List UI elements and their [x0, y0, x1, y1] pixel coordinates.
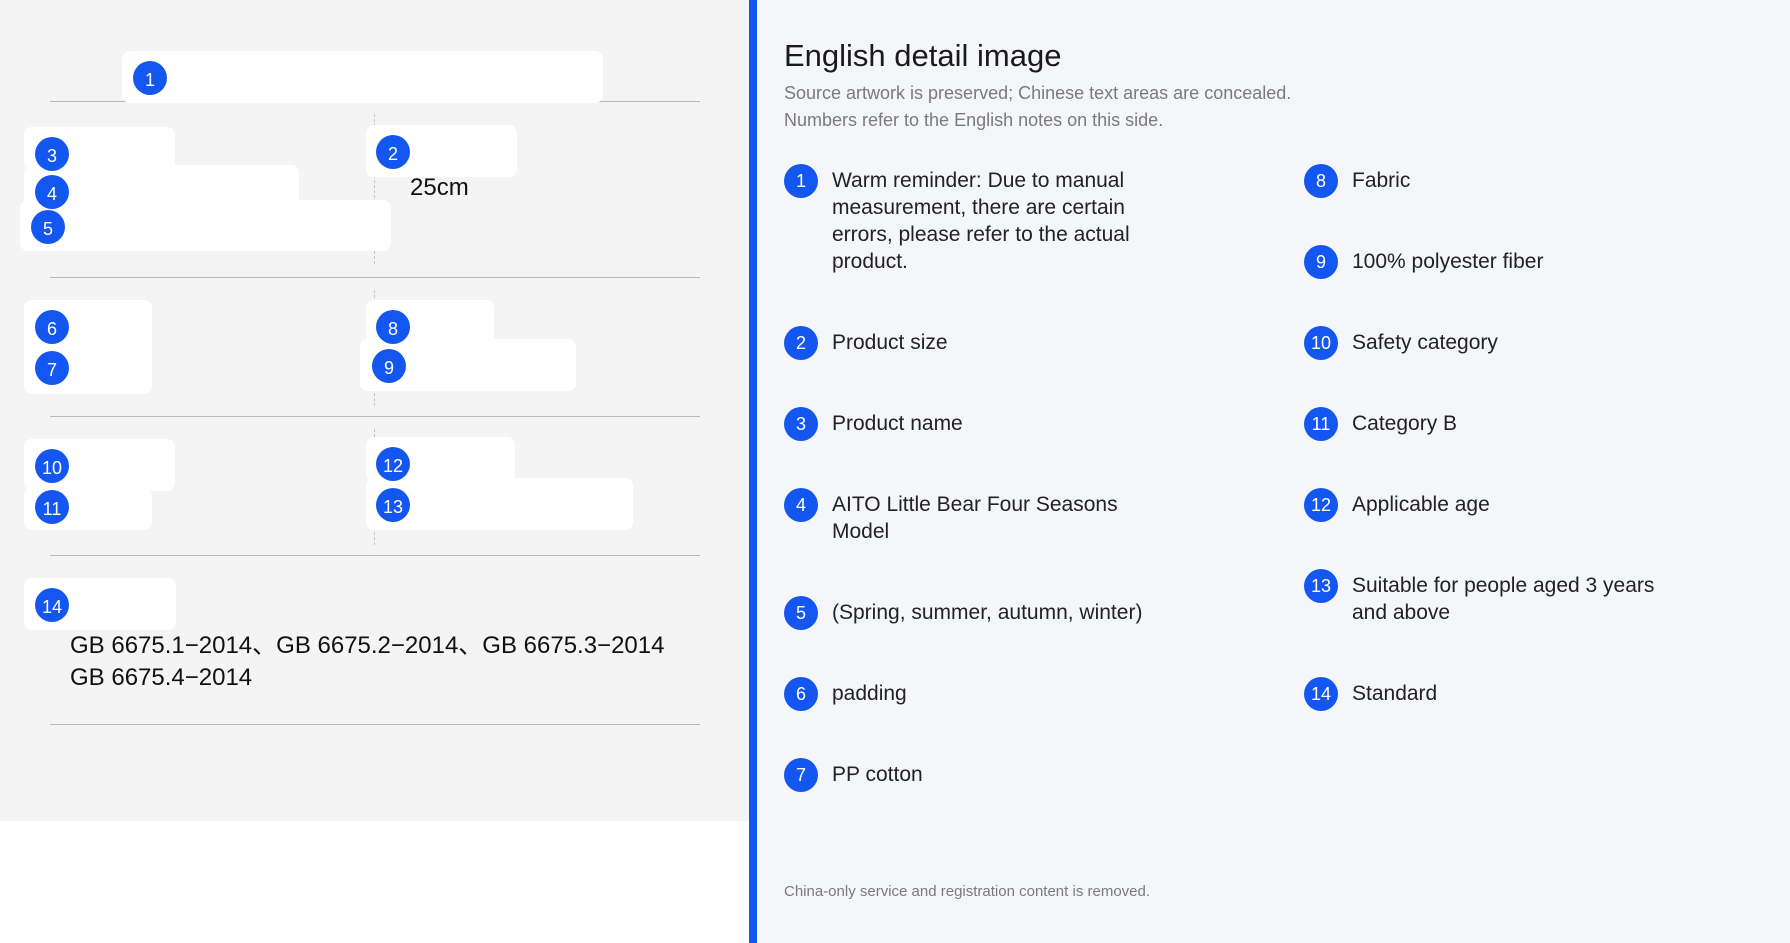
marker-4: 4 — [35, 175, 69, 209]
note-text: PP cotton — [832, 763, 923, 786]
note-number: 12 — [1304, 488, 1338, 522]
marker-5: 5 — [31, 210, 65, 244]
panel-title: English detail image — [784, 38, 1062, 73]
standard-line: GB 6675.4−2014 — [70, 664, 253, 691]
note-number: 3 — [784, 407, 818, 441]
marker-10: 10 — [35, 449, 69, 483]
divider-line — [50, 277, 700, 278]
note-number: 2 — [784, 326, 818, 360]
note-item-7: 7 PP cotton — [784, 758, 1184, 792]
note-item-4: 4 AITO Little Bear Four Seasons Model — [784, 488, 1164, 545]
note-number: 14 — [1304, 677, 1338, 711]
accent-divider — [749, 0, 757, 943]
marker-6: 6 — [35, 310, 69, 344]
note-text: 100% polyester fiber — [1352, 250, 1544, 273]
divider-line — [50, 555, 700, 556]
note-item-11: 11 Category B — [1304, 407, 1704, 441]
panel-subtitle: Numbers refer to the English notes on th… — [784, 110, 1164, 130]
english-notes-panel: English detail image Source artwork is p… — [757, 0, 1790, 943]
note-text: Product name — [832, 412, 963, 435]
note-item-2: 2 Product size — [784, 326, 1184, 360]
note-text: Standard — [1352, 682, 1438, 705]
note-text: Applicable age — [1352, 493, 1490, 516]
divider-line — [50, 724, 700, 725]
standard-line: GB 6675.1−2014、GB 6675.2−2014、GB 6675.3−… — [70, 632, 665, 659]
note-number: 1 — [784, 164, 818, 198]
note-item-5: 5 (Spring, summer, autumn, winter) — [784, 596, 1204, 630]
note-text: Product size — [832, 331, 948, 354]
note-text: AITO Little Bear Four Seasons Model — [832, 493, 1118, 543]
note-number: 11 — [1304, 407, 1338, 441]
panel-footer: China-only service and registration cont… — [784, 883, 1151, 900]
note-number: 9 — [1304, 245, 1338, 279]
concealed-area — [20, 200, 391, 251]
marker-13: 13 — [376, 488, 410, 522]
note-item-10: 10 Safety category — [1304, 326, 1704, 360]
product-size-value: 25cm — [410, 174, 469, 201]
note-text: Fabric — [1352, 169, 1411, 192]
marker-12: 12 — [376, 447, 410, 481]
note-item-12: 12 Applicable age — [1304, 488, 1704, 522]
marker-2: 2 — [376, 135, 410, 169]
note-number: 13 — [1304, 569, 1338, 603]
note-text: Suitable for people aged 3 years and abo… — [1352, 574, 1655, 624]
note-item-1: 1 Warm reminder: Due to manual measureme… — [784, 164, 1164, 275]
note-text: (Spring, summer, autumn, winter) — [832, 601, 1143, 624]
note-number: 8 — [1304, 164, 1338, 198]
note-item-8: 8 Fabric — [1304, 164, 1704, 198]
note-item-13: 13 Suitable for people aged 3 years and … — [1304, 569, 1684, 626]
marker-1: 1 — [133, 61, 167, 95]
marker-9: 9 — [372, 349, 406, 383]
concealed-area — [122, 51, 603, 103]
marker-3: 3 — [35, 137, 69, 171]
note-text: Warm reminder: Due to manual measurement… — [832, 169, 1130, 273]
note-item-9: 9 100% polyester fiber — [1304, 245, 1704, 279]
note-item-3: 3 Product name — [784, 407, 1184, 441]
note-text: Category B — [1352, 412, 1458, 435]
marker-8: 8 — [376, 310, 410, 344]
note-number: 5 — [784, 596, 818, 630]
marker-7: 7 — [35, 351, 69, 385]
note-number: 6 — [784, 677, 818, 711]
marker-14: 14 — [35, 588, 69, 622]
source-artwork: 1 2 3 4 5 6 7 8 9 10 11 12 13 14 25cm GB… — [0, 0, 749, 821]
note-text: padding — [832, 682, 907, 705]
note-item-14: 14 Standard — [1304, 677, 1704, 711]
panel-subtitle: Source artwork is preserved; Chinese tex… — [784, 83, 1292, 103]
note-item-6: 6 padding — [784, 677, 1184, 711]
divider-line — [50, 416, 700, 417]
note-number: 7 — [784, 758, 818, 792]
note-number: 4 — [784, 488, 818, 522]
note-text: Safety category — [1352, 331, 1498, 354]
note-number: 10 — [1304, 326, 1338, 360]
standard-text: GB 6675.1−2014、GB 6675.2−2014、GB 6675.3−… — [70, 630, 700, 694]
marker-11: 11 — [35, 490, 69, 524]
